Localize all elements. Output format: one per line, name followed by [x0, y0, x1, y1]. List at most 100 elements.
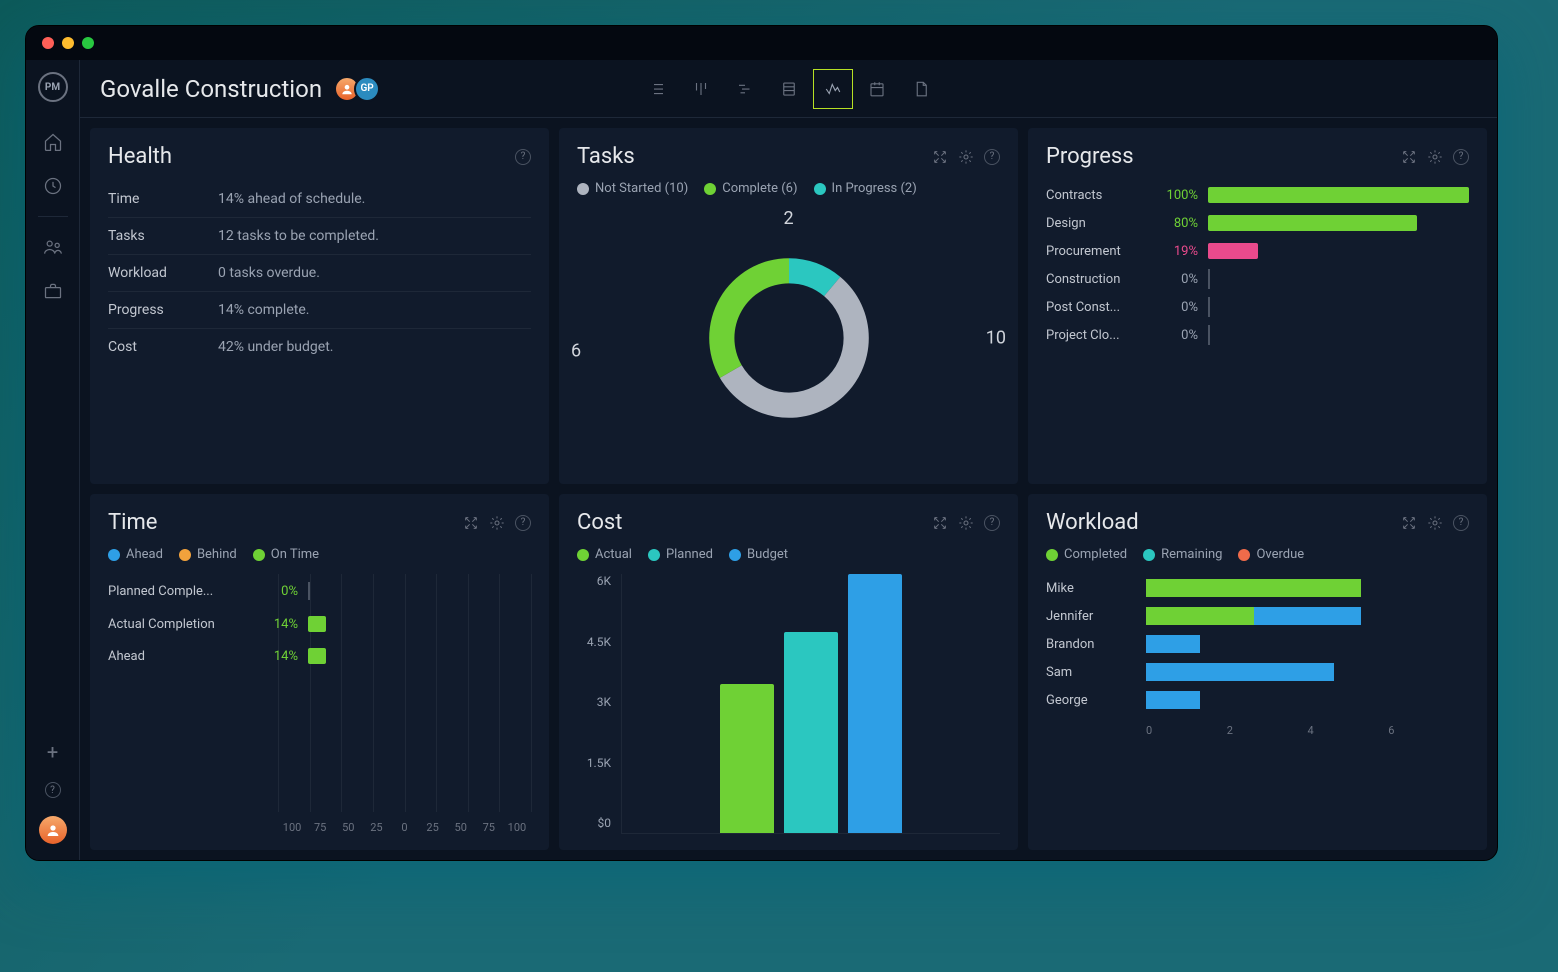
time-bar	[308, 616, 326, 632]
legend-label: Planned	[666, 547, 713, 562]
panel-title: Health	[108, 144, 515, 169]
legend-item: Behind	[179, 547, 237, 562]
health-label: Workload	[108, 265, 218, 281]
progress-bar	[1208, 187, 1469, 203]
member-avatars[interactable]: GP	[340, 76, 380, 102]
progress-pct: 0%	[1156, 328, 1198, 343]
expand-icon[interactable]	[463, 515, 479, 531]
view-switcher	[637, 69, 941, 109]
axis-label: 50	[334, 821, 362, 834]
legend-dot-icon	[648, 549, 660, 561]
window-close-icon[interactable]	[42, 37, 54, 49]
legend-item: Complete (6)	[704, 181, 797, 196]
health-value: 12 tasks to be completed.	[218, 228, 379, 244]
window-zoom-icon[interactable]	[82, 37, 94, 49]
cost-bar	[784, 632, 838, 833]
cost-bar-chart	[621, 574, 1000, 834]
window-minimize-icon[interactable]	[62, 37, 74, 49]
workload-track	[1146, 663, 1469, 681]
panel-title: Time	[108, 510, 463, 535]
axis-label: 6K	[577, 574, 611, 588]
legend-label: Overdue	[1256, 547, 1304, 562]
panel-health: Health ? Time14% ahead of schedule.Tasks…	[90, 128, 549, 484]
time-row: Planned Comple... 0%	[108, 574, 531, 608]
time-bar-zero	[308, 582, 310, 600]
progress-track	[1208, 187, 1469, 203]
current-user-avatar[interactable]	[39, 816, 67, 844]
view-list-icon[interactable]	[637, 69, 677, 109]
progress-bar-zero	[1208, 325, 1210, 345]
view-sheet-icon[interactable]	[769, 69, 809, 109]
time-pct: 0%	[258, 584, 298, 599]
expand-icon[interactable]	[1401, 515, 1417, 531]
home-icon[interactable]	[43, 132, 63, 152]
expand-icon[interactable]	[932, 149, 948, 165]
health-value: 42% under budget.	[218, 339, 333, 355]
help-icon[interactable]: ?	[984, 515, 1000, 531]
briefcase-icon[interactable]	[43, 281, 63, 301]
progress-pct: 100%	[1156, 188, 1198, 203]
legend-label: Complete (6)	[722, 181, 797, 196]
gear-icon[interactable]	[1427, 515, 1443, 531]
view-board-icon[interactable]	[681, 69, 721, 109]
sidebar-help-icon[interactable]: ?	[45, 782, 61, 798]
progress-row: Project Clo... 0%	[1046, 321, 1469, 349]
add-button[interactable]: +	[47, 740, 58, 764]
workload-segment	[1254, 607, 1362, 625]
recent-icon[interactable]	[43, 176, 63, 196]
legend-dot-icon	[179, 549, 191, 561]
help-icon[interactable]: ?	[515, 149, 531, 165]
progress-name: Design	[1046, 216, 1146, 231]
legend-item: In Progress (2)	[814, 181, 917, 196]
workload-segment	[1146, 607, 1254, 625]
view-gantt-icon[interactable]	[725, 69, 765, 109]
help-icon[interactable]: ?	[1453, 515, 1469, 531]
team-icon[interactable]	[43, 237, 63, 257]
progress-track	[1208, 299, 1469, 315]
progress-name: Contracts	[1046, 188, 1146, 203]
legend-label: On Time	[271, 547, 319, 562]
panel-progress: Progress ? Contracts 100% Design 80% Pro…	[1028, 128, 1487, 484]
workload-row: Sam	[1046, 658, 1469, 686]
app-logo-icon[interactable]: PM	[38, 72, 68, 102]
legend-label: Completed	[1064, 547, 1127, 562]
expand-icon[interactable]	[1401, 149, 1417, 165]
topbar: Govalle Construction GP	[80, 60, 1497, 118]
view-file-icon[interactable]	[901, 69, 941, 109]
view-dashboard-icon[interactable]	[813, 69, 853, 109]
panel-title: Progress	[1046, 144, 1401, 169]
help-icon[interactable]: ?	[984, 149, 1000, 165]
avatar[interactable]: GP	[354, 76, 380, 102]
help-icon[interactable]: ?	[515, 515, 531, 531]
gear-icon[interactable]	[958, 515, 974, 531]
legend-item: Budget	[729, 547, 788, 562]
legend-label: Remaining	[1161, 547, 1222, 562]
workload-name: Sam	[1046, 665, 1136, 680]
progress-track	[1208, 271, 1469, 287]
panel-workload: Workload ? CompletedRemainingOverdue Mik…	[1028, 494, 1487, 850]
help-icon[interactable]: ?	[1453, 149, 1469, 165]
gear-icon[interactable]	[1427, 149, 1443, 165]
time-name: Ahead	[108, 649, 248, 664]
workload-segment	[1146, 579, 1361, 597]
workload-track	[1146, 691, 1469, 709]
time-legend: AheadBehindOn Time	[108, 547, 531, 562]
time-bar	[308, 648, 326, 664]
expand-icon[interactable]	[932, 515, 948, 531]
axis-label: 4	[1308, 724, 1389, 737]
time-row: Ahead 14%	[108, 640, 531, 672]
progress-bar	[1208, 243, 1258, 259]
workload-segment	[1146, 691, 1200, 709]
sidebar: PM + ?	[26, 60, 80, 860]
donut-label: 6	[571, 341, 581, 362]
axis-label: 6	[1388, 724, 1469, 737]
progress-track	[1208, 215, 1469, 231]
health-label: Cost	[108, 339, 218, 355]
axis-label: 100	[278, 821, 306, 834]
health-value: 14% ahead of schedule.	[218, 191, 365, 207]
progress-row: Post Const... 0%	[1046, 293, 1469, 321]
view-calendar-icon[interactable]	[857, 69, 897, 109]
gear-icon[interactable]	[489, 515, 505, 531]
gear-icon[interactable]	[958, 149, 974, 165]
axis-label: 0	[1146, 724, 1227, 737]
